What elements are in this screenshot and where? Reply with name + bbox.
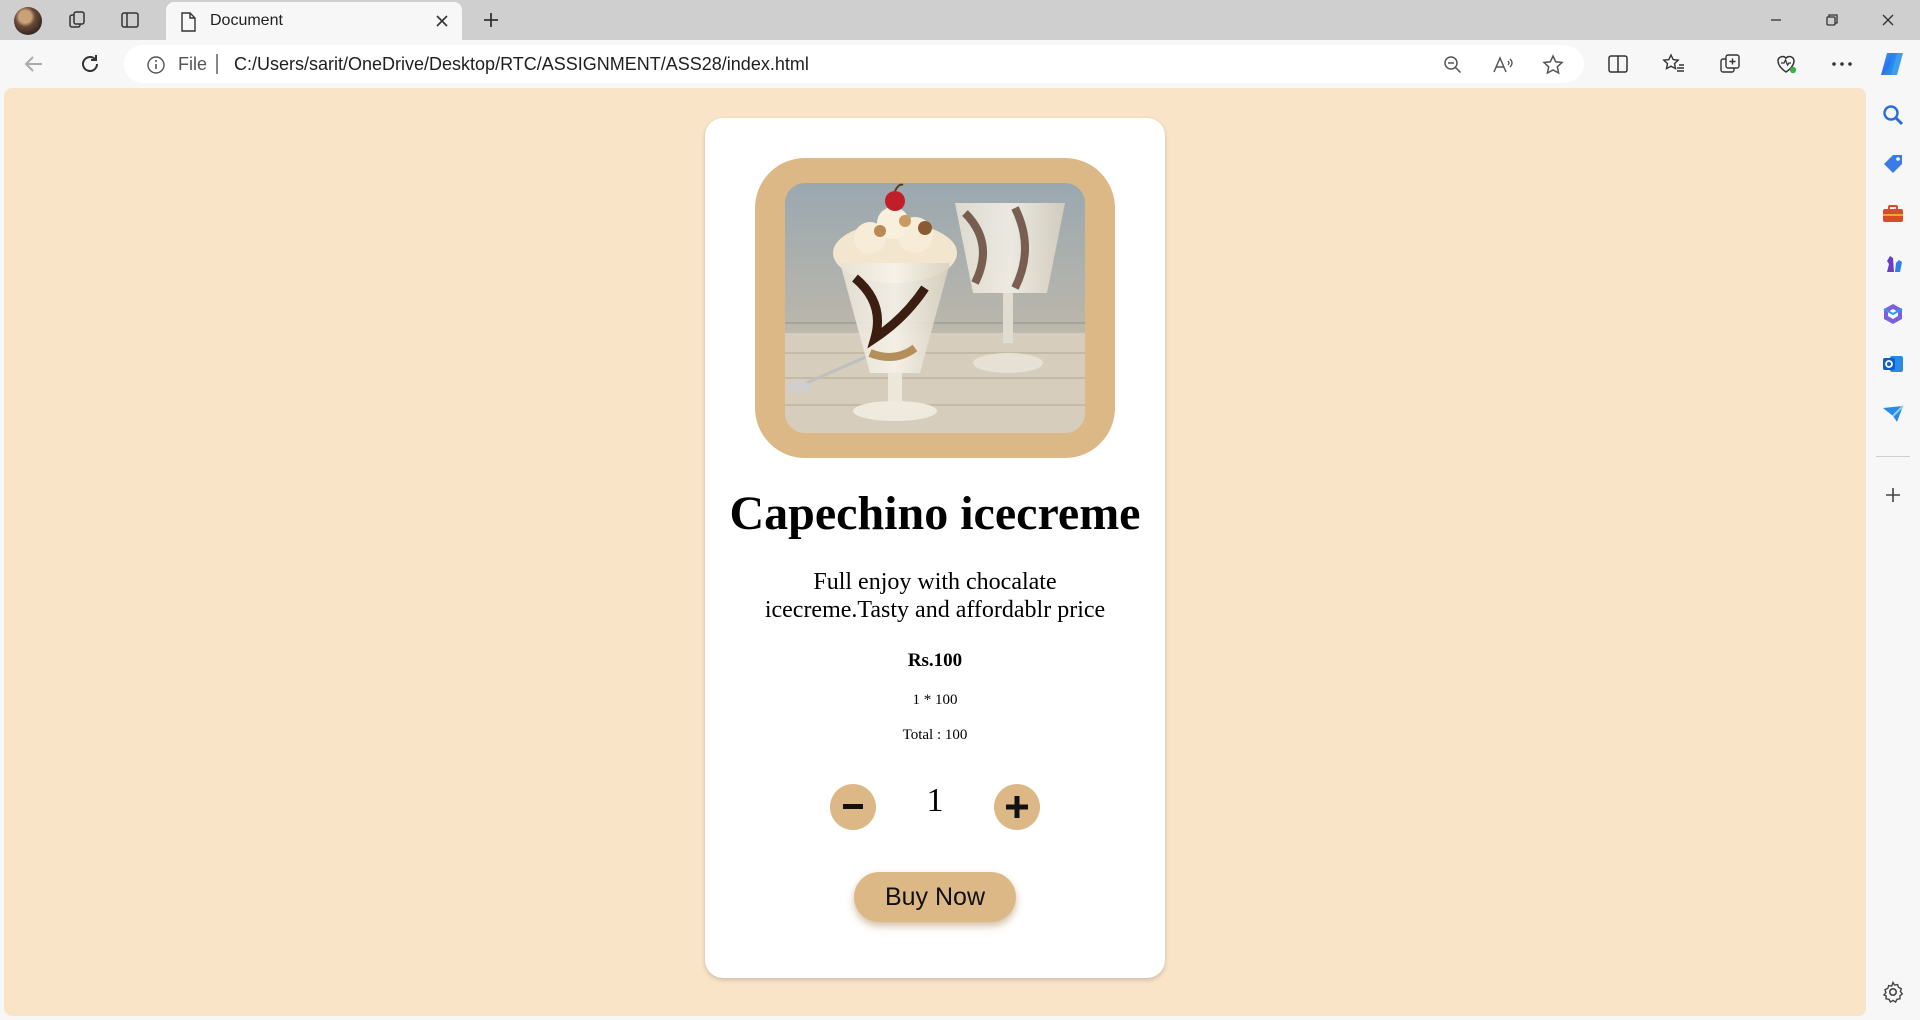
restore-icon[interactable] — [1804, 0, 1860, 40]
new-tab-icon[interactable] — [476, 6, 506, 34]
navigation-bar: File C:/Users/sarit/OneDrive/Desktop/RTC… — [0, 40, 1920, 88]
sidebar-divider — [1876, 456, 1910, 457]
microsoft-365-icon[interactable] — [1881, 302, 1905, 326]
product-image-frame — [755, 158, 1115, 458]
minus-icon — [843, 804, 863, 809]
product-card: Capechino icecreme Full enjoy with choca… — [705, 118, 1165, 978]
product-title: Capechino icecreme — [729, 487, 1141, 540]
address-separator — [216, 54, 218, 74]
document-icon — [180, 12, 196, 37]
zoom-out-icon[interactable] — [1440, 52, 1466, 78]
favorites-icon[interactable] — [1658, 48, 1690, 80]
info-icon[interactable] — [146, 55, 166, 80]
close-window-icon[interactable] — [1860, 0, 1916, 40]
url-text[interactable]: C:/Users/sarit/OneDrive/Desktop/RTC/ASSI… — [234, 54, 809, 75]
tab-strip: Document — [0, 0, 1920, 40]
product-description: Full enjoy with chocalate icecreme.Tasty… — [764, 569, 1106, 623]
product-image — [785, 183, 1085, 433]
plus-icon — [1006, 796, 1028, 818]
favorite-star-icon[interactable] — [1540, 52, 1566, 78]
shopping-tag-icon[interactable] — [1881, 152, 1905, 176]
quantity-value: 1 — [926, 782, 944, 819]
decrease-quantity-button[interactable] — [830, 784, 876, 830]
scheme-label: File — [178, 54, 208, 74]
page-viewport: Capechino icecreme Full enjoy with choca… — [4, 88, 1866, 1016]
settings-icon[interactable] — [1881, 980, 1905, 1004]
minimize-icon[interactable] — [1748, 0, 1804, 40]
collections-icon[interactable] — [1714, 48, 1746, 80]
add-icon[interactable] — [1881, 483, 1905, 507]
tools-briefcase-icon[interactable] — [1881, 202, 1905, 226]
price-calculation: 1 * 100 — [912, 692, 958, 708]
drop-icon[interactable] — [1881, 402, 1905, 426]
active-tab[interactable]: Document — [166, 2, 462, 40]
games-icon[interactable] — [1881, 252, 1905, 276]
price-total: Total : 100 — [902, 727, 968, 743]
copilot-icon[interactable] — [1876, 48, 1908, 80]
more-menu-icon[interactable] — [1826, 48, 1858, 80]
workspaces-icon[interactable] — [64, 6, 92, 34]
tab-title: Document — [210, 12, 283, 29]
tab-actions-icon[interactable] — [116, 6, 144, 34]
close-icon[interactable] — [432, 11, 452, 31]
increase-quantity-button[interactable] — [994, 784, 1040, 830]
split-screen-icon[interactable] — [1602, 48, 1634, 80]
profile-avatar[interactable] — [14, 7, 42, 35]
buy-now-button[interactable]: Buy Now — [854, 872, 1016, 922]
address-bar[interactable]: File C:/Users/sarit/OneDrive/Desktop/RTC… — [124, 45, 1584, 83]
back-icon[interactable] — [18, 48, 50, 80]
refresh-icon[interactable] — [74, 48, 106, 80]
outlook-icon[interactable] — [1881, 352, 1905, 376]
edge-sidebar — [1866, 88, 1920, 1020]
read-aloud-icon[interactable] — [1490, 52, 1516, 78]
browser-essentials-icon[interactable] — [1770, 48, 1802, 80]
product-price: Rs.100 — [907, 650, 963, 671]
search-icon[interactable] — [1881, 103, 1905, 127]
